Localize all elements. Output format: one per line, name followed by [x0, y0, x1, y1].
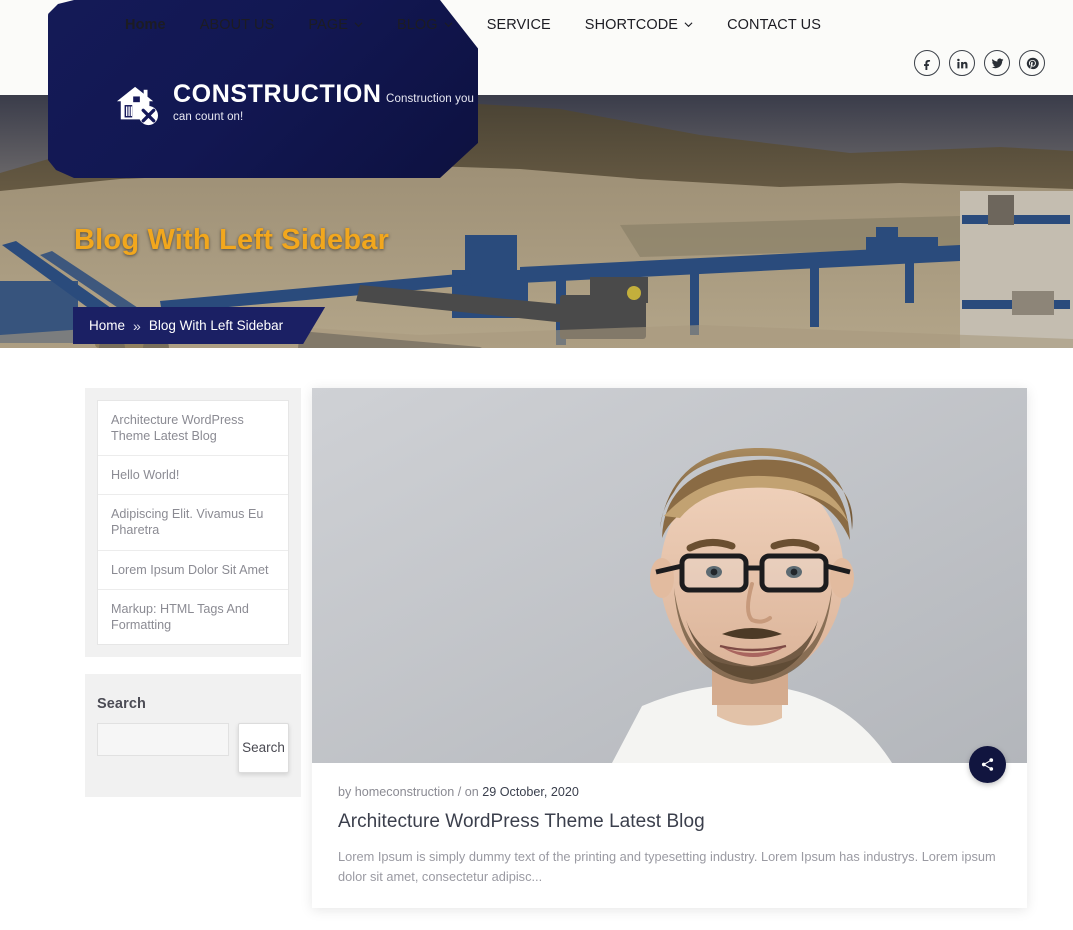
chevron-down-icon [354, 20, 363, 29]
nav-label: SERVICE [486, 17, 551, 33]
list-item[interactable]: Adipiscing Elit. Vivamus Eu Pharetra [98, 495, 288, 551]
nav-label: CONTACT US [727, 17, 821, 33]
post-meta: by homeconstruction / on 29 October, 202… [338, 785, 1001, 799]
nav-label: Home [125, 17, 166, 33]
post-meta-prefix: by homeconstruction / on [338, 785, 483, 799]
list-item[interactable]: Lorem Ipsum Dolor Sit Amet [98, 551, 288, 590]
nav-item-contact-us[interactable]: CONTACT US [710, 12, 838, 38]
nav-item-service[interactable]: SERVICE [470, 12, 568, 38]
house-tools-icon [114, 85, 160, 127]
post-excerpt: Lorem Ipsum is simply dummy text of the … [338, 849, 996, 885]
search-widget-title: Search [97, 695, 146, 712]
search-form: Search [97, 722, 289, 773]
chevron-down-icon [684, 20, 693, 29]
search-input[interactable] [97, 722, 229, 756]
list-item[interactable]: Architecture WordPress Theme Latest Blog [98, 401, 288, 457]
share-icon [981, 758, 994, 771]
nav-item-page[interactable]: PAGE [291, 12, 380, 38]
post-body: by homeconstruction / on 29 October, 202… [312, 763, 1027, 888]
nav-label: BLOG [396, 17, 438, 33]
post-featured-image[interactable] [312, 388, 1027, 763]
nav-label: PAGE [308, 17, 348, 33]
share-button[interactable] [969, 746, 1006, 783]
blog-post-card: by homeconstruction / on 29 October, 202… [312, 388, 1027, 908]
nav-item-about-us[interactable]: ABOUT US [183, 12, 292, 38]
nav-label: ABOUT US [199, 17, 275, 33]
nav-label: SHORTCODE [584, 17, 679, 33]
linkedin-icon[interactable] [949, 50, 975, 76]
sidebar: Architecture WordPress Theme Latest Blog… [85, 388, 301, 814]
main-navigation: Home ABOUT US PAGE BLOG SERVICE SHORTCOD… [108, 12, 838, 38]
brand-name: CONSTRUCTION [173, 80, 382, 108]
nav-item-home[interactable]: Home [108, 12, 183, 38]
logo-text: CONSTRUCTION Construction you can count … [173, 82, 478, 125]
twitter-icon[interactable] [984, 50, 1010, 76]
chevron-down-icon [444, 20, 453, 29]
page-title: Blog With Left Sidebar [74, 224, 390, 256]
list-item[interactable]: Hello World! [98, 456, 288, 496]
page-root: Blog With Left Sidebar Home » Blog With … [0, 0, 1073, 930]
nav-item-shortcode[interactable]: SHORTCODE [568, 12, 710, 38]
pinterest-icon[interactable] [1019, 50, 1045, 76]
breadcrumb-home-link[interactable]: Home [89, 318, 125, 333]
site-logo[interactable]: CONSTRUCTION Construction you can count … [114, 82, 478, 125]
search-button[interactable]: Search [238, 722, 289, 773]
breadcrumb: Home » Blog With Left Sidebar [73, 307, 325, 344]
post-title-link[interactable]: Architecture WordPress Theme Latest Blog [338, 811, 1001, 833]
recent-posts-list: Architecture WordPress Theme Latest Blog… [97, 400, 289, 645]
search-widget: Search Search [85, 673, 301, 797]
social-links [914, 50, 1045, 76]
nav-item-blog[interactable]: BLOG [380, 12, 470, 38]
post-date-link[interactable]: 29 October, 2020 [482, 785, 579, 799]
content-area: Architecture WordPress Theme Latest Blog… [0, 348, 1073, 930]
breadcrumb-separator-icon: » [133, 317, 141, 334]
recent-posts-widget: Architecture WordPress Theme Latest Blog… [85, 388, 301, 657]
breadcrumb-current: Blog With Left Sidebar [148, 318, 284, 333]
facebook-icon[interactable] [914, 50, 940, 76]
list-item[interactable]: Markup: HTML Tags And Formatting [98, 590, 288, 644]
portrait-illustration [312, 388, 1027, 763]
